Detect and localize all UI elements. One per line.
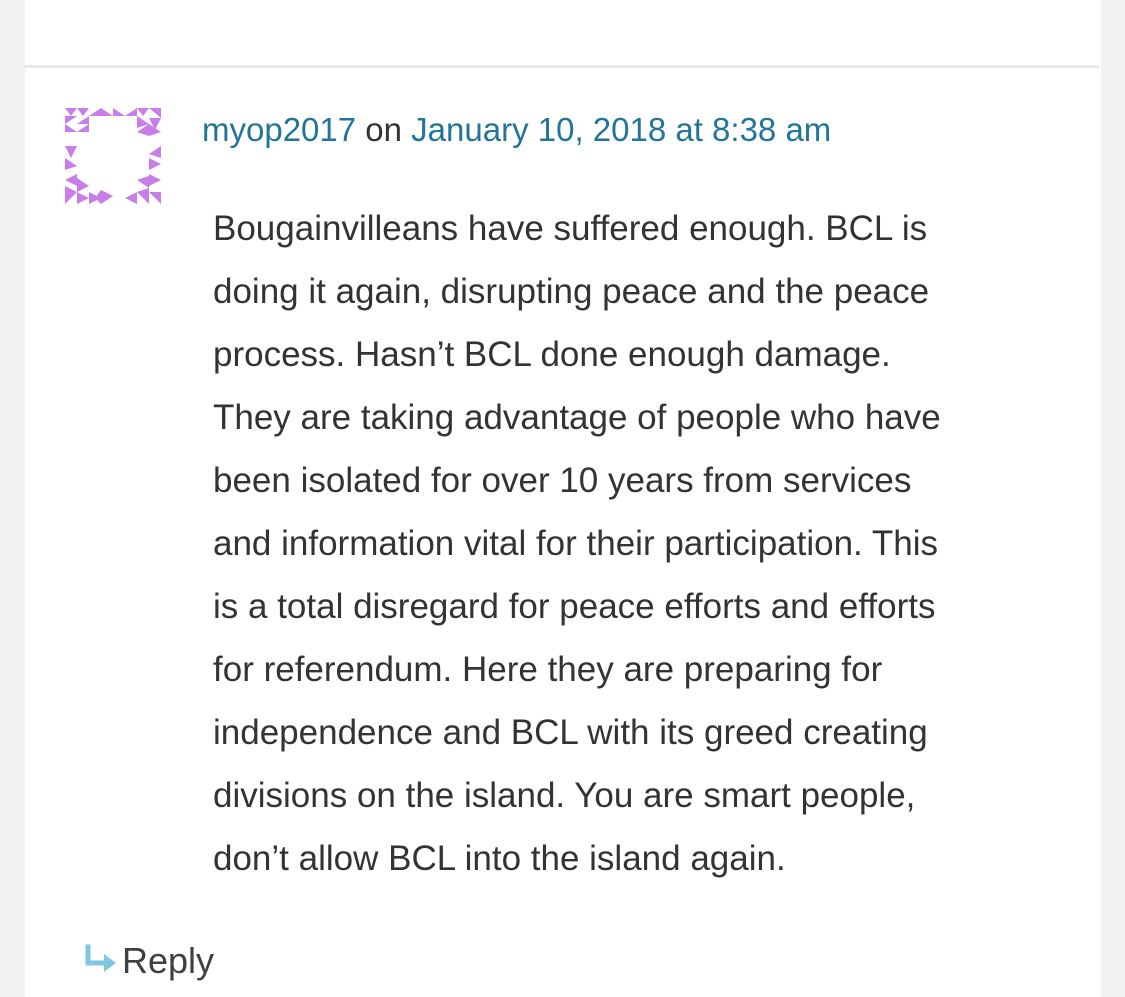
- comment-text: Bougainvilleans have suffered enough. BC…: [213, 197, 1063, 890]
- comment-divider: [25, 65, 1099, 68]
- comment-line: process. Hasn’t BCL done enough damage.: [213, 335, 891, 374]
- avatar-identicon: [65, 108, 161, 204]
- comment-line: and information vital for their particip…: [213, 524, 938, 563]
- comment-line: is a total disregard for peace efforts a…: [213, 587, 936, 626]
- reply-arrow-icon: [85, 944, 116, 972]
- comment-author-link[interactable]: myop2017: [202, 111, 356, 148]
- comment-line: don’t allow BCL into the island again.: [213, 839, 786, 878]
- comment-date-link[interactable]: January 10, 2018 at 8:38 am: [411, 111, 831, 148]
- reply-link[interactable]: Reply: [82, 937, 214, 985]
- comment-line: been isolated for over 10 years from ser…: [213, 461, 912, 500]
- comment-line: for referendum. Here they are preparing …: [213, 650, 883, 689]
- comment-meta: myop2017 on January 10, 2018 at 8:38 am: [202, 110, 831, 150]
- comment-meta-separator: on: [365, 111, 402, 148]
- comment-line: Bougainvilleans have suffered enough. BC…: [213, 209, 928, 248]
- comment-line: They are taking advantage of people who …: [213, 398, 941, 437]
- comment-line: independence and BCL with its greed crea…: [213, 713, 928, 752]
- comment-line: doing it again, disrupting peace and the…: [213, 272, 930, 311]
- reply-label: Reply: [122, 940, 215, 981]
- comment-card: myop2017 on January 10, 2018 at 8:38 am …: [25, 0, 1101, 997]
- comment-line: divisions on the island. You are smart p…: [213, 776, 916, 815]
